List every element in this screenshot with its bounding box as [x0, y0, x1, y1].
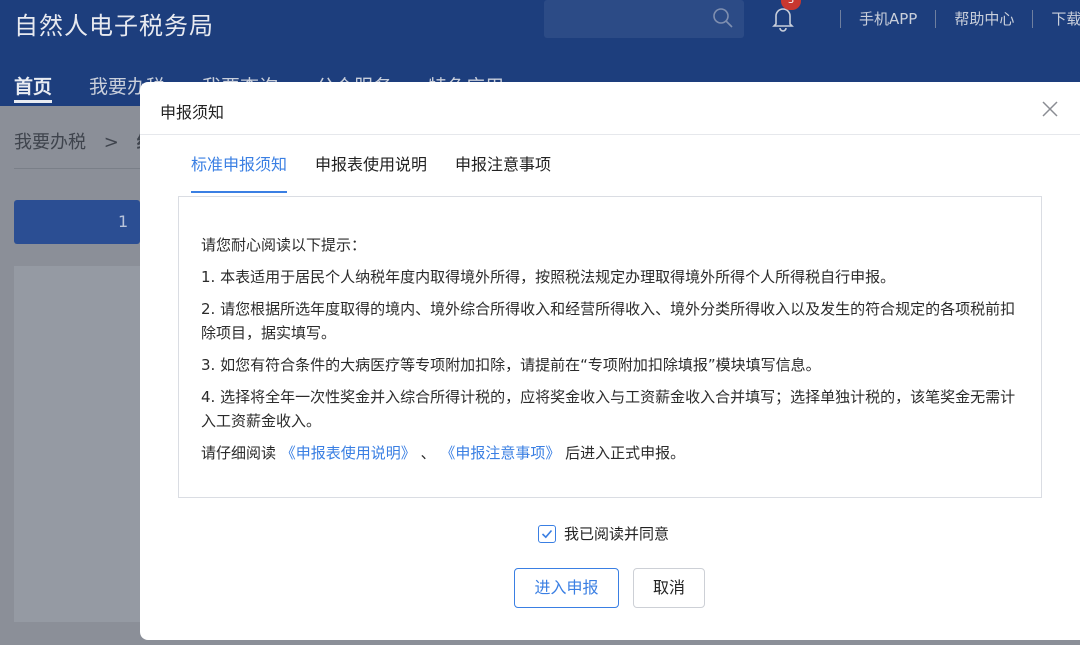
modal-title: 申报须知 — [160, 103, 225, 122]
closing-prefix: 请仔细阅读 — [201, 444, 281, 462]
divider — [14, 168, 140, 169]
cancel-button[interactable]: 取消 — [633, 568, 705, 608]
notice-item: 2. 请您根据所选年度取得的境内、境外综合所得收入和经营所得收入、境外分类所得收… — [201, 300, 1016, 342]
notice-item: 4. 选择将全年一次性奖金并入综合所得计税的，应将奖金收入与工资薪金收入合并填写… — [201, 388, 1016, 430]
agree-label: 我已阅读并同意 — [564, 525, 670, 543]
link-divider — [840, 9, 841, 28]
nav-item-home[interactable]: 首页 — [14, 72, 52, 99]
top-links: 手机APP 帮助中心 下载 — [822, 8, 1080, 29]
breadcrumb-item[interactable]: 我要办税 — [14, 132, 86, 153]
search-input[interactable] — [544, 0, 744, 38]
tab-precautions[interactable]: 申报注意事项 — [455, 150, 551, 194]
precautions-link[interactable]: 《申报注意事项》 — [440, 444, 560, 462]
tab-form-instructions[interactable]: 申报表使用说明 — [315, 150, 427, 194]
enter-declaration-button[interactable]: 进入申报 — [514, 568, 619, 608]
close-icon[interactable] — [1040, 99, 1060, 119]
agree-checkbox[interactable] — [538, 524, 556, 543]
background-panel — [14, 266, 140, 622]
closing-suffix: 后进入正式申报。 — [560, 444, 686, 462]
form-instructions-link[interactable]: 《申报表使用说明》 — [281, 444, 416, 462]
declaration-notice-modal: 申报须知 标准申报须知 申报表使用说明 申报注意事项 请您耐心阅读以下提示： 1… — [140, 82, 1080, 640]
link-divider — [935, 9, 937, 28]
step-indicator: 1 — [14, 200, 140, 244]
mobile-app-link[interactable]: 手机APP — [859, 8, 917, 29]
nav-active-indicator — [14, 100, 52, 103]
site-logo[interactable]: 自然人电子税务局 — [14, 6, 214, 41]
closing-middle: 、 — [415, 444, 441, 462]
download-link[interactable]: 下载 — [1051, 8, 1080, 29]
breadcrumb: 我要办税 > 综 — [14, 128, 155, 154]
notice-content: 请您耐心阅读以下提示： 1. 本表适用于居民个人纳税年度内取得境外所得，按照税法… — [178, 196, 1042, 498]
modal-header: 申报须知 — [140, 82, 1080, 135]
notice-closing: 请仔细阅读 《申报表使用说明》 、 《申报注意事项》 后进入正式申报。 — [201, 441, 1021, 465]
notice-item: 1. 本表适用于居民个人纳税年度内取得境外所得，按照税法规定办理取得境外所得个人… — [201, 268, 896, 286]
help-center-link[interactable]: 帮助中心 — [954, 8, 1014, 29]
search-icon[interactable] — [712, 7, 734, 29]
app-header: 自然人电子税务局 3 手机APP 帮助中心 下载 — [0, 0, 1080, 60]
notice-item: 3. 如您有符合条件的大病医疗等专项附加扣除，请提前在“专项附加扣除填报”模块填… — [201, 356, 821, 374]
tab-standard-notice[interactable]: 标准申报须知 — [191, 150, 288, 194]
notice-intro: 请您耐心阅读以下提示： — [201, 236, 367, 254]
checkmark-icon — [541, 529, 553, 538]
agree-checkbox-row[interactable]: 我已阅读并同意 — [538, 523, 669, 544]
notice-tabs: 标准申报须知 申报表使用说明 申报注意事项 — [191, 150, 579, 194]
breadcrumb-separator: > — [103, 132, 119, 153]
link-divider — [1032, 9, 1034, 28]
